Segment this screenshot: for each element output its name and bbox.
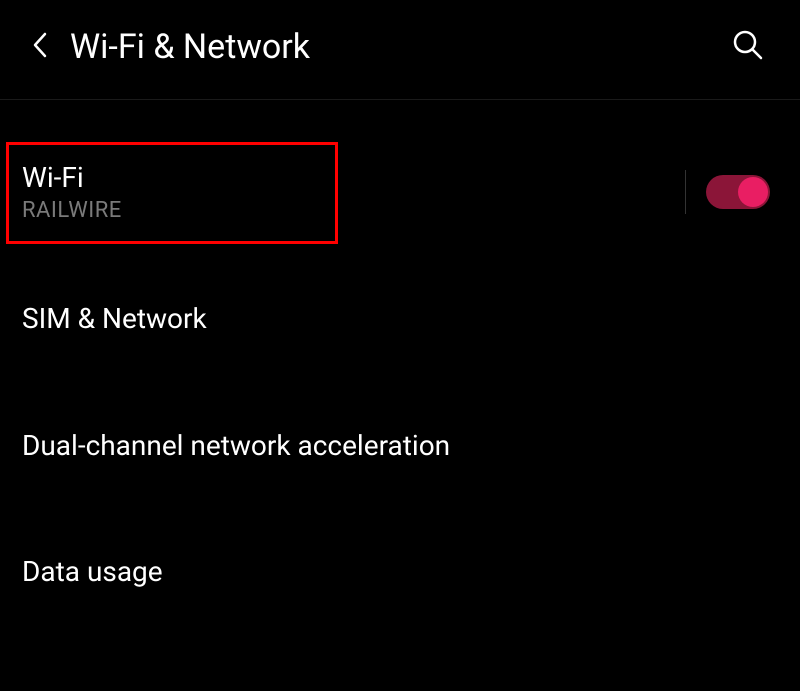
item-title: Dual-channel network acceleration: [22, 428, 770, 464]
chevron-left-icon: [31, 31, 49, 63]
item-title: Data usage: [22, 554, 770, 590]
settings-item-wifi[interactable]: Wi-Fi RAILWIRE: [0, 160, 800, 223]
item-title: SIM & Network: [22, 301, 770, 337]
settings-item-dual-channel[interactable]: Dual-channel network acceleration: [0, 428, 800, 464]
item-text: Data usage: [22, 554, 770, 590]
page-title: Wi-Fi & Network: [70, 27, 726, 67]
vertical-divider: [685, 170, 686, 214]
back-button[interactable]: [20, 27, 60, 67]
search-button[interactable]: [726, 25, 770, 69]
item-title: Wi-Fi: [22, 160, 685, 196]
item-text: Wi-Fi RAILWIRE: [22, 160, 685, 223]
toggle-thumb: [738, 177, 768, 207]
settings-item-sim-network[interactable]: SIM & Network: [0, 301, 800, 337]
settings-item-data-usage[interactable]: Data usage: [0, 554, 800, 590]
search-icon: [732, 29, 764, 65]
item-subtitle: RAILWIRE: [22, 198, 685, 223]
wifi-toggle[interactable]: [706, 175, 770, 209]
settings-list: Wi-Fi RAILWIRE SIM & Network Dual-channe…: [0, 100, 800, 591]
item-text: Dual-channel network acceleration: [22, 428, 770, 464]
item-text: SIM & Network: [22, 301, 770, 337]
header-bar: Wi-Fi & Network: [0, 0, 800, 100]
item-controls: [685, 170, 770, 214]
